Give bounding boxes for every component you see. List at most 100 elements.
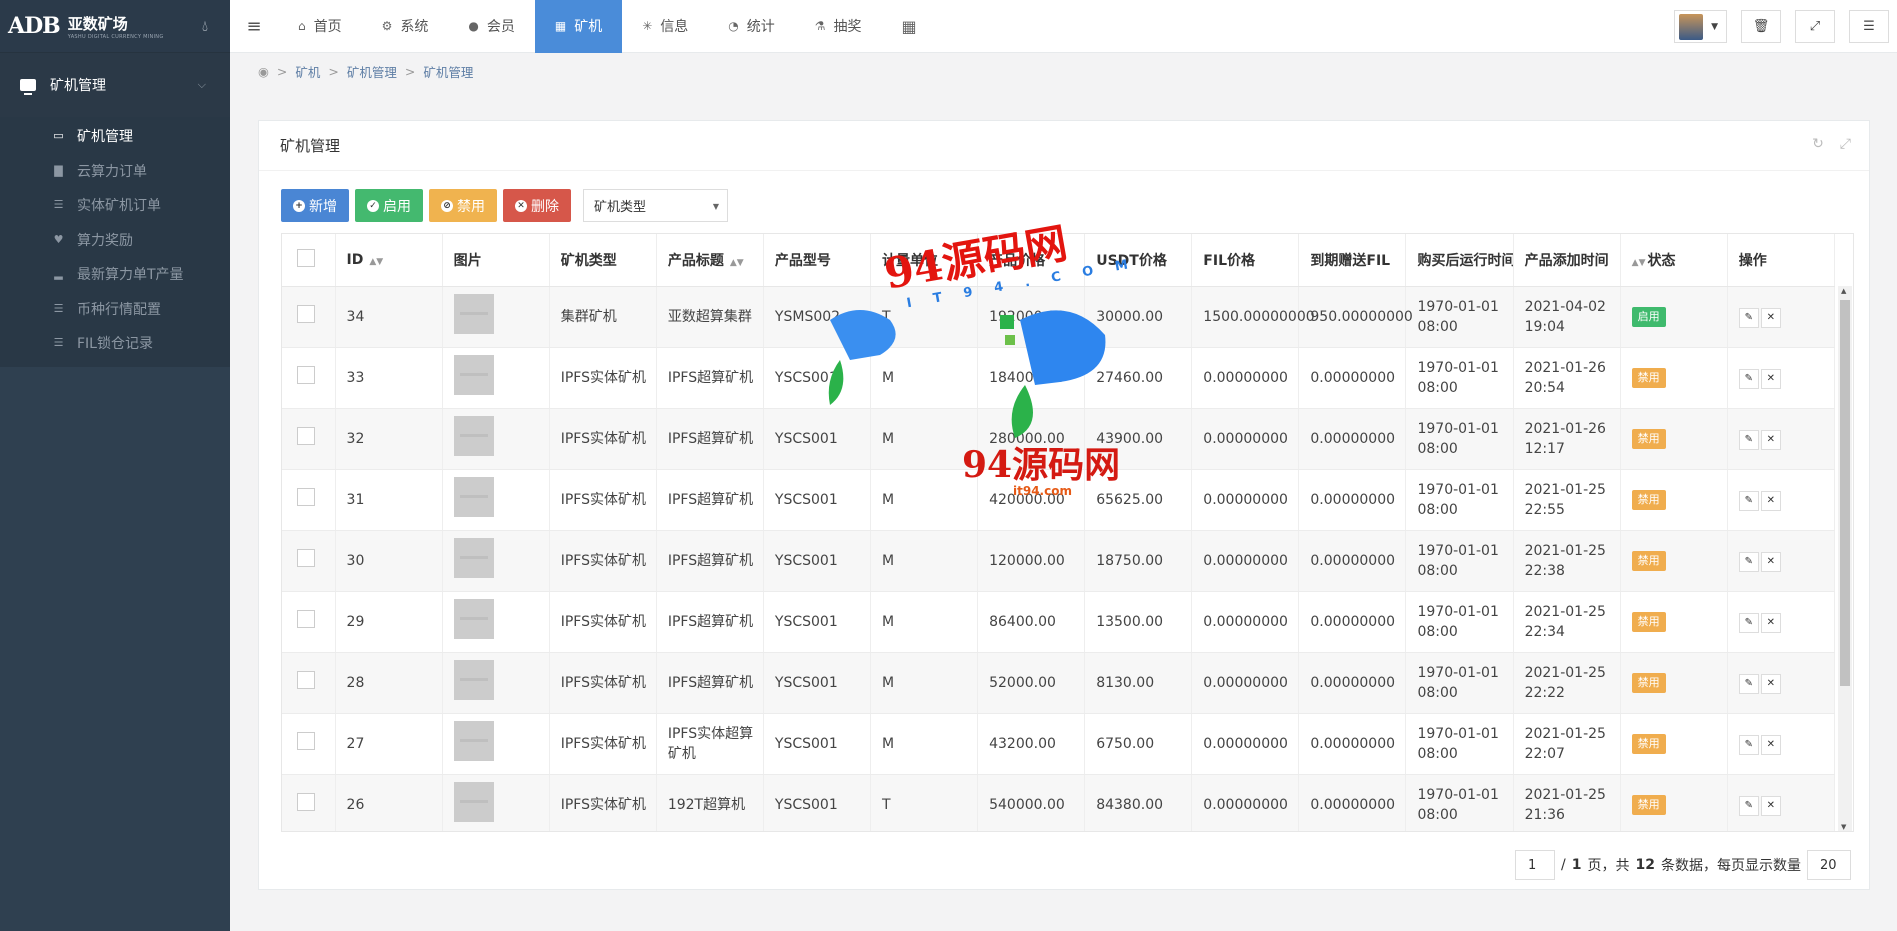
breadcrumb-item[interactable]: 矿机管理: [423, 62, 473, 81]
table-scrollbar[interactable]: ▲ ▼: [1838, 286, 1852, 831]
status-badge[interactable]: 启用: [1631, 307, 1666, 327]
row-checkbox[interactable]: [297, 365, 315, 384]
sidebar-item-label: 实体矿机订单: [77, 198, 161, 215]
settings-panel-icon[interactable]: ☰: [1849, 10, 1889, 43]
header-id[interactable]: ID ▲▼: [335, 234, 443, 287]
refresh-icon[interactable]: ↻: [1812, 136, 1824, 152]
header-title[interactable]: 产品标题 ▲▼: [656, 234, 764, 287]
header-gift: 到期赠送FIL: [1298, 234, 1407, 287]
row-checkbox[interactable]: [297, 304, 315, 323]
table-row[interactable]: 29 IPFS实体矿机 IPFS超算矿机 YSCS001 M 86400.00 13500.…: [282, 591, 1836, 653]
product-thumbnail[interactable]: [453, 354, 494, 395]
edit-icon[interactable]: ✎: [1738, 490, 1759, 511]
edit-icon[interactable]: ✎: [1738, 368, 1759, 389]
table-row[interactable]: 33 IPFS实体矿机 IPFS超算矿机 YSCS001 M 184000.00 27460…: [282, 347, 1836, 409]
product-thumbnail[interactable]: [453, 415, 494, 456]
delete-button[interactable]: ✕ 删除: [503, 189, 571, 222]
status-badge[interactable]: 禁用: [1631, 673, 1666, 693]
scroll-down-icon[interactable]: ▼: [1841, 823, 1846, 831]
add-button[interactable]: + 新增: [281, 189, 349, 222]
status-badge[interactable]: 禁用: [1631, 795, 1666, 815]
droplet-icon[interactable]: 💧︎: [202, 17, 208, 35]
sidebar-item-currency-config[interactable]: ☰ 币种行情配置: [0, 292, 230, 327]
close-icon[interactable]: ✕: [1760, 307, 1781, 328]
close-icon[interactable]: ✕: [1760, 490, 1781, 511]
tab-more[interactable]: ▦: [882, 0, 945, 53]
edit-icon[interactable]: ✎: [1738, 307, 1759, 328]
scrollbar-thumb[interactable]: [1840, 300, 1850, 686]
edit-icon[interactable]: ✎: [1738, 551, 1759, 572]
status-badge[interactable]: 禁用: [1631, 551, 1666, 571]
tab-member[interactable]: ● 会员: [448, 0, 534, 53]
close-icon[interactable]: ✕: [1760, 673, 1781, 694]
sidebar-item-rewards[interactable]: ♥ 算力奖励: [0, 223, 230, 258]
row-checkbox[interactable]: [297, 792, 315, 811]
cell-run-time: 1970-01-01 08:00: [1405, 652, 1514, 714]
edit-icon[interactable]: ✎: [1738, 795, 1759, 816]
edit-icon[interactable]: ✎: [1738, 734, 1759, 755]
row-checkbox[interactable]: [297, 609, 315, 628]
close-icon[interactable]: ✕: [1760, 734, 1781, 755]
sidebar-item-fil-lock[interactable]: ☰ FIL锁仓记录: [0, 326, 230, 361]
sidebar-item-output[interactable]: ▂ 最新算力单T产量: [0, 257, 230, 292]
close-icon[interactable]: ✕: [1760, 429, 1781, 450]
status-badge[interactable]: 禁用: [1631, 734, 1666, 754]
product-thumbnail[interactable]: [453, 781, 494, 822]
table-row[interactable]: 34 集群矿机 亚数超算集群 YSMS002 T 192000.00 30000.00 150…: [282, 286, 1836, 348]
user-menu[interactable]: ▼: [1674, 10, 1727, 43]
close-icon[interactable]: ✕: [1760, 612, 1781, 633]
product-thumbnail[interactable]: [453, 476, 494, 517]
sidebar-item-cloud-orders[interactable]: ▇ 云算力订单: [0, 154, 230, 189]
tab-miner[interactable]: ▦ 矿机: [534, 0, 623, 53]
product-thumbnail[interactable]: [453, 537, 494, 578]
trash-icon[interactable]: 🗑︎: [1741, 10, 1781, 43]
brand[interactable]: ADB 亚数矿场 YASHU DIGITAL CURRENCY MINING 💧…: [0, 0, 230, 53]
table-row[interactable]: 26 IPFS实体矿机 192T超算机 YSCS001 T 540000.00 84380.…: [282, 774, 1836, 831]
table-row[interactable]: 32 IPFS实体矿机 IPFS超算矿机 YSCS001 M 280000.00 43900…: [282, 408, 1836, 470]
row-checkbox[interactable]: [297, 426, 315, 445]
page-input[interactable]: 1: [1515, 850, 1556, 880]
product-thumbnail[interactable]: [453, 720, 494, 761]
status-badge[interactable]: 禁用: [1631, 612, 1666, 632]
miner-type-select[interactable]: 矿机类型 ▼: [583, 189, 728, 222]
sidebar-group-miner[interactable]: 矿机管理 ⌵: [0, 53, 230, 117]
row-checkbox[interactable]: [297, 670, 315, 689]
row-checkbox[interactable]: [297, 487, 315, 506]
fullscreen-icon[interactable]: ⤢: [1840, 136, 1851, 152]
sidebar-item-physical-orders[interactable]: ☰ 实体矿机订单: [0, 188, 230, 223]
table-row[interactable]: 31 IPFS实体矿机 IPFS超算矿机 YSCS001 M 420000.00 65625…: [282, 469, 1836, 531]
close-icon[interactable]: ✕: [1760, 795, 1781, 816]
status-badge[interactable]: 禁用: [1631, 490, 1666, 510]
select-all-checkbox[interactable]: [297, 248, 315, 267]
edit-icon[interactable]: ✎: [1738, 429, 1759, 450]
tab-system[interactable]: ⚙ 系统: [362, 0, 449, 53]
tab-lottery[interactable]: ⚗ 抽奖: [795, 0, 882, 53]
disable-button[interactable]: ⊘ 禁用: [429, 189, 497, 222]
status-badge[interactable]: 禁用: [1631, 429, 1666, 449]
close-icon[interactable]: ✕: [1760, 368, 1781, 389]
tab-stats[interactable]: ◔ 统计: [708, 0, 794, 53]
header-status[interactable]: ▲▼ 状态: [1620, 234, 1728, 287]
enable-button[interactable]: ✓ 启用: [355, 189, 423, 222]
breadcrumb-item[interactable]: 矿机管理: [347, 62, 397, 81]
status-badge[interactable]: 禁用: [1631, 368, 1666, 388]
breadcrumb-item[interactable]: 矿机: [295, 62, 320, 81]
table-row[interactable]: 28 IPFS实体矿机 IPFS超算矿机 YSCS001 M 52000.00 8130.0…: [282, 652, 1836, 714]
table-row[interactable]: 30 IPFS实体矿机 IPFS超算矿机 YSCS001 M 120000.00 18750…: [282, 530, 1836, 592]
product-thumbnail[interactable]: [453, 659, 494, 700]
row-checkbox[interactable]: [297, 548, 315, 567]
product-thumbnail[interactable]: [453, 598, 494, 639]
edit-icon[interactable]: ✎: [1738, 673, 1759, 694]
product-thumbnail[interactable]: [453, 293, 494, 334]
table-row[interactable]: 27 IPFS实体矿机 IPFS实体超算矿机 YSCS001 M 43200.00 6750…: [282, 713, 1836, 775]
page-size-input[interactable]: 20: [1807, 850, 1851, 880]
scroll-up-icon[interactable]: ▲: [1841, 287, 1846, 295]
row-checkbox[interactable]: [297, 731, 315, 750]
tab-info[interactable]: ✳ 信息: [622, 0, 708, 53]
menu-toggle-icon[interactable]: ≡: [230, 16, 278, 37]
edit-icon[interactable]: ✎: [1738, 612, 1759, 633]
close-icon[interactable]: ✕: [1760, 551, 1781, 572]
tab-home[interactable]: ⌂ 首页: [278, 0, 362, 53]
sidebar-item-miner-manage[interactable]: ▭ 矿机管理: [0, 119, 230, 154]
expand-icon[interactable]: ⤢: [1795, 10, 1835, 43]
